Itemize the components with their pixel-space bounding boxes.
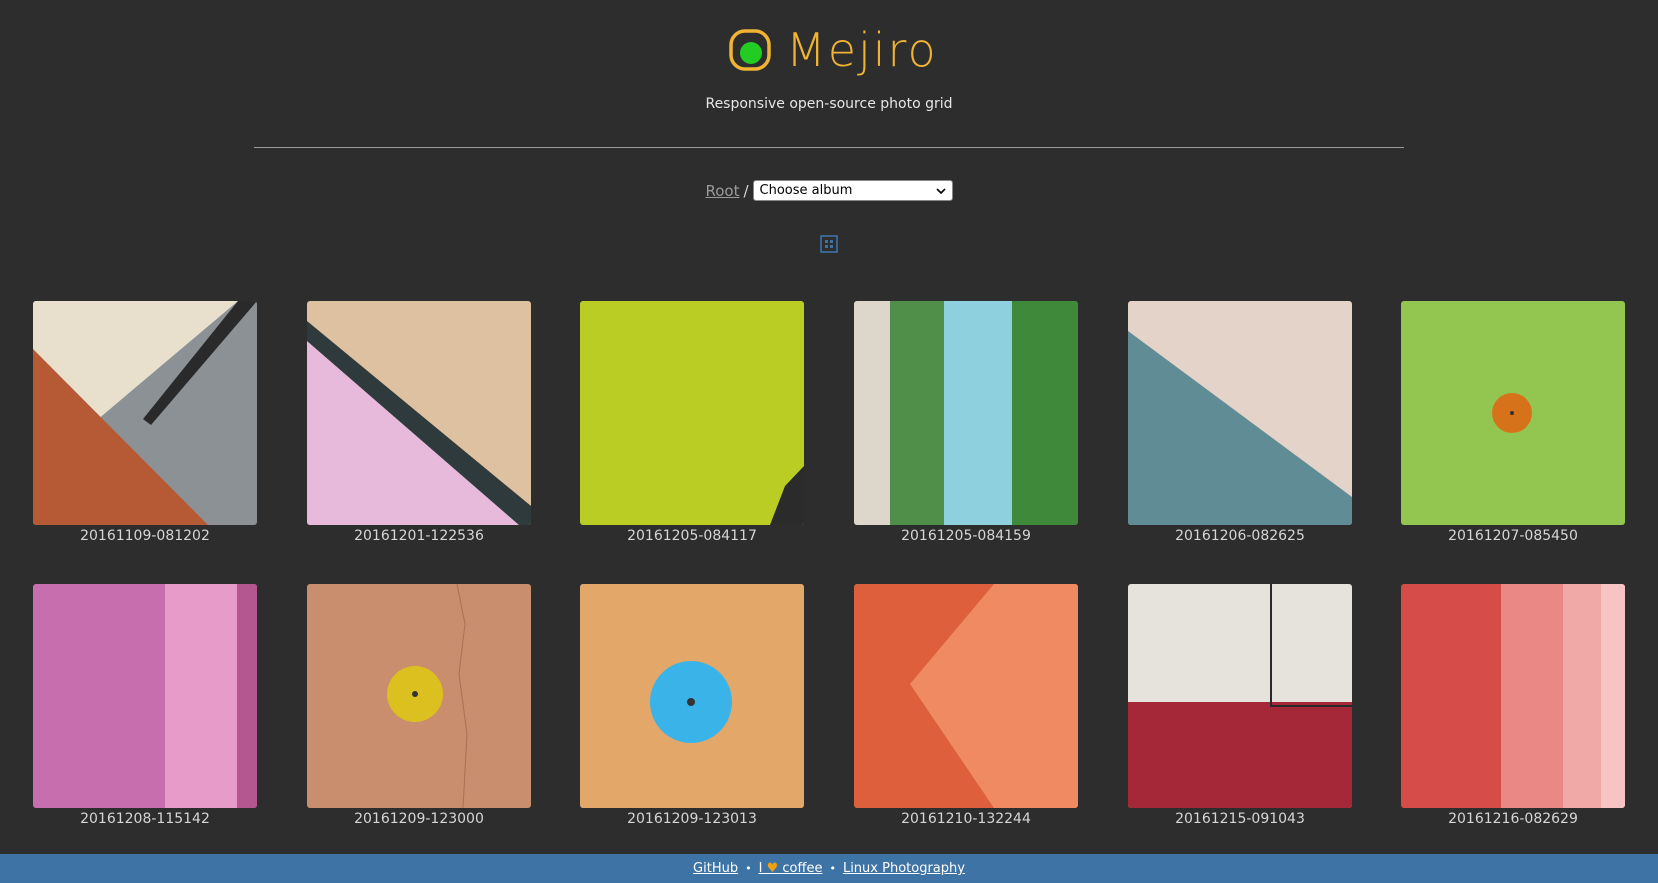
- photo-caption: 20161205-084117: [627, 528, 757, 544]
- photo-thumbnail[interactable]: [854, 584, 1078, 808]
- album-select[interactable]: Choose album: [752, 180, 953, 201]
- photo-thumbnail[interactable]: [1401, 301, 1625, 525]
- footer-separator: •: [829, 862, 836, 875]
- photo-caption: 20161210-132244: [901, 811, 1031, 827]
- photo-thumbnail[interactable]: [33, 301, 257, 525]
- photo-tile[interactable]: 20161205-084159: [854, 301, 1078, 544]
- photo-tile[interactable]: 20161109-081202: [33, 301, 257, 544]
- photo-thumbnail[interactable]: [580, 301, 804, 525]
- heart-icon: ♥: [766, 861, 779, 876]
- photo-thumbnail[interactable]: [1128, 584, 1352, 808]
- photo-caption: 20161215-091043: [1175, 811, 1305, 827]
- tagline: Responsive open-source photo grid: [705, 96, 953, 112]
- github-link[interactable]: GitHub: [693, 861, 738, 876]
- photo-caption: 20161209-123013: [627, 811, 757, 827]
- photo-thumbnail[interactable]: [33, 584, 257, 808]
- footer: GitHub • I ♥ coffee • Linux Photography: [0, 854, 1658, 883]
- photo-caption: 20161216-082629: [1448, 811, 1578, 827]
- coffee-label: coffee: [782, 861, 823, 876]
- coffee-prefix: I: [758, 861, 763, 876]
- photo-thumbnail[interactable]: [307, 584, 531, 808]
- photo-caption: 20161209-123000: [354, 811, 484, 827]
- photo-tile[interactable]: 20161208-115142: [33, 584, 257, 827]
- photo-caption: 20161201-122536: [354, 528, 484, 544]
- breadcrumb-separator: /: [743, 181, 749, 200]
- photo-caption: 20161208-115142: [80, 811, 210, 827]
- photo-tile[interactable]: 20161215-091043: [1128, 584, 1352, 827]
- breadcrumb: Root / Choose album: [0, 180, 1658, 201]
- photo-tile[interactable]: 20161205-084117: [580, 301, 804, 544]
- logo[interactable]: Mejiro: [728, 22, 938, 78]
- photo-tile[interactable]: 20161206-082625: [1128, 301, 1352, 544]
- logo-icon: [729, 29, 771, 71]
- album-select-value: Choose album: [759, 183, 853, 198]
- photo-caption: 20161109-081202: [80, 528, 210, 544]
- grid-icon[interactable]: [820, 235, 838, 253]
- divider: [254, 147, 1404, 148]
- photo-tile[interactable]: 20161209-123000: [307, 584, 531, 827]
- chevron-down-icon: [935, 187, 946, 194]
- photo-thumbnail[interactable]: [307, 301, 531, 525]
- photo-tile[interactable]: 20161216-082629: [1401, 584, 1625, 827]
- root-link[interactable]: Root: [705, 182, 739, 200]
- coffee-link[interactable]: I ♥ coffee: [759, 861, 823, 876]
- photo-tile[interactable]: 20161209-123013: [580, 584, 804, 827]
- photo-thumbnail[interactable]: [1128, 301, 1352, 525]
- photo-tile[interactable]: 20161207-085450: [1401, 301, 1625, 544]
- footer-separator: •: [745, 862, 752, 875]
- photo-caption: 20161207-085450: [1448, 528, 1578, 544]
- photo-thumbnail[interactable]: [1401, 584, 1625, 808]
- photo-tile[interactable]: 20161210-132244: [854, 584, 1078, 827]
- photo-caption: 20161206-082625: [1175, 528, 1305, 544]
- photo-tile[interactable]: 20161201-122536: [307, 301, 531, 544]
- photo-caption: 20161205-084159: [901, 528, 1031, 544]
- brand-name: Mejiro: [786, 23, 938, 77]
- photography-link[interactable]: Linux Photography: [843, 861, 965, 876]
- photo-thumbnail[interactable]: [580, 584, 804, 808]
- photo-thumbnail[interactable]: [854, 301, 1078, 525]
